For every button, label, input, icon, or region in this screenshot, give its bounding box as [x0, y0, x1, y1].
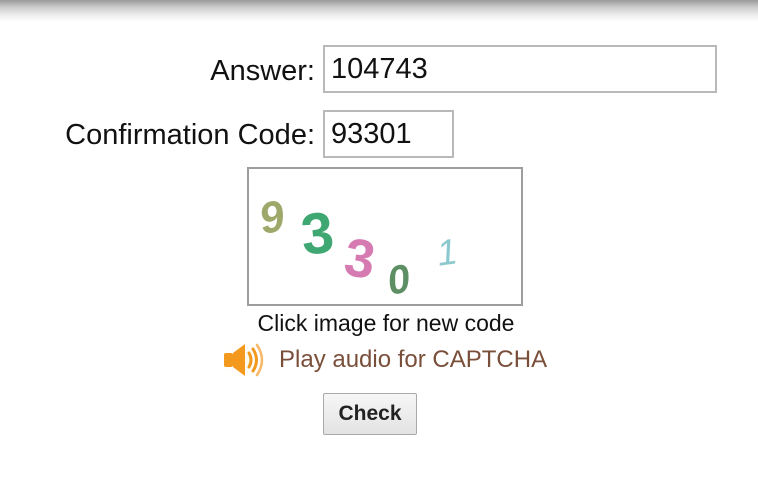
play-audio-captcha-link[interactable]: Play audio for CAPTCHA [279, 346, 547, 374]
check-button[interactable]: Check [323, 393, 417, 435]
confirmation-code-label: Confirmation Code: [65, 119, 315, 151]
confirmation-code-input[interactable] [323, 110, 454, 158]
captcha-glyph: 3 [341, 227, 379, 291]
captcha-glyph: 1 [434, 230, 460, 273]
audio-captcha-row: Play audio for CAPTCHA [218, 338, 547, 382]
captcha-glyph: 9 [255, 191, 290, 244]
answer-input[interactable] [323, 45, 717, 93]
captcha-glyph: 3 [298, 200, 337, 268]
captcha-image[interactable]: 9 3 3 0 1 [247, 167, 523, 306]
speaker-icon[interactable] [218, 338, 268, 382]
captcha-glyph: 0 [384, 257, 414, 304]
top-shadow [0, 0, 758, 22]
answer-label: Answer: [210, 55, 315, 87]
captcha-refresh-hint: Click image for new code [257, 310, 515, 336]
